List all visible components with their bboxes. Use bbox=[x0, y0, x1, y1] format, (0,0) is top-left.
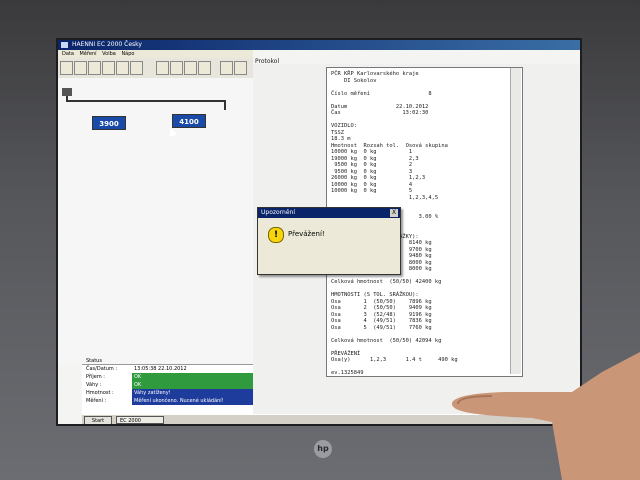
close-icon[interactable]: X bbox=[390, 209, 398, 217]
status-value: OK bbox=[132, 373, 253, 381]
report-line: Osa 4 (49/51) 7836 kg bbox=[331, 318, 432, 324]
status-header: Status bbox=[86, 358, 102, 364]
report-line: Osa(y) 1,2,3 1.4 t 490 kg bbox=[331, 357, 458, 363]
report-line: PČR KŘP Karlovarského kraje bbox=[331, 71, 419, 77]
warning-dialog: Upozornění X ! Převážení! bbox=[257, 207, 401, 275]
report-line: Datum 22.10.2012 bbox=[331, 103, 429, 110]
toolbar-button-5[interactable] bbox=[116, 61, 129, 75]
toolbar-button-3[interactable] bbox=[88, 61, 101, 75]
menubar: Data Měření Volba Nápo bbox=[58, 50, 253, 58]
report-line: Osa 5 (49/51) 7760 kg bbox=[331, 324, 432, 331]
connection-wire bbox=[66, 100, 226, 102]
report-scrollbar[interactable] bbox=[510, 68, 521, 374]
scale-diagram: 3900 4100 bbox=[58, 78, 253, 364]
toolbar-button-6[interactable] bbox=[130, 61, 143, 75]
report-line: Osa 2 (50/50) 9409 kg bbox=[331, 305, 432, 311]
mouse-cursor-icon bbox=[166, 126, 178, 138]
report-line: Hmotnost Rozsah tol. Osová skupina bbox=[331, 142, 448, 149]
toolbar bbox=[58, 58, 253, 79]
hand-photo bbox=[452, 352, 640, 480]
status-panel: Status Čas/Datum : 13:05:38 22.10.2012 P… bbox=[82, 358, 253, 415]
report-line: Osa 1 (50/50) 7896 kg bbox=[331, 298, 432, 305]
terminal-icon bbox=[62, 88, 72, 96]
report-line: 10000 kg 0 kg 1 bbox=[331, 149, 413, 155]
report-line: Čas 13:02:30 bbox=[331, 110, 429, 116]
report-line: PŘEVÁŽENÍ bbox=[331, 350, 361, 357]
status-value: 13:05:38 22.10.2012 bbox=[134, 366, 187, 372]
report-line: Číslo měření 8 bbox=[331, 90, 432, 97]
save-icon[interactable] bbox=[220, 61, 233, 75]
dialog-title-text: Upozornění bbox=[261, 209, 296, 216]
toolbar-button-4[interactable] bbox=[102, 61, 115, 75]
menu-volba[interactable]: Volba bbox=[102, 51, 116, 57]
status-label: Příjem : bbox=[86, 374, 105, 380]
toolbar-button-7[interactable] bbox=[156, 61, 169, 75]
report-line: TSSZ bbox=[331, 129, 344, 136]
app-icon bbox=[61, 42, 68, 48]
report-line: 10000 kg 0 kg 5 bbox=[331, 188, 413, 194]
status-row-vahy: Váhy : OK bbox=[82, 381, 253, 389]
dialog-title: Upozornění X bbox=[258, 208, 400, 218]
toolbar-button-9[interactable] bbox=[184, 61, 197, 75]
report-line: 1,2,3,4,5 bbox=[331, 194, 439, 201]
connection-wire-right bbox=[224, 100, 226, 110]
report-line: 19000 kg 0 kg 2,3 bbox=[331, 155, 419, 162]
report-line: 9500 kg 0 kg 2 bbox=[331, 162, 413, 168]
report-line: DI Sokolov bbox=[331, 77, 377, 84]
report-line: 18.3 m bbox=[331, 136, 351, 142]
protocol-label: Protokol bbox=[255, 58, 280, 65]
report-line: 9500 kg 0 kg 3 bbox=[331, 168, 413, 175]
status-value: OK bbox=[132, 381, 253, 389]
app-title: HAENNI EC 2000 Česky bbox=[72, 41, 142, 48]
status-row-time: Čas/Datum : 13:05:38 22.10.2012 bbox=[82, 365, 253, 373]
menu-mereni[interactable]: Měření bbox=[80, 51, 97, 57]
warning-icon: ! bbox=[268, 227, 284, 243]
taskbar-app-button[interactable]: EC 2000 bbox=[116, 416, 164, 424]
status-row-prijem: Příjem : OK bbox=[82, 373, 253, 381]
status-value: Váhy zatíženy! bbox=[132, 389, 253, 397]
app-titlebar: HAENNI EC 2000 Česky bbox=[58, 40, 580, 50]
start-button[interactable]: Start bbox=[84, 416, 112, 424]
report-line: Celková hmotnost (50/50) 42400 kg bbox=[331, 279, 442, 285]
status-value: Měření ukončeno. Nucené ukládání! bbox=[132, 397, 253, 405]
report-line: 26000 kg 0 kg 1,2,3 bbox=[331, 175, 426, 181]
report-line: Osa 3 (52/48) 9196 kg bbox=[331, 311, 432, 318]
menu-data[interactable]: Data bbox=[62, 51, 74, 57]
report-line: Celková hmotnost (50/50) 42094 kg bbox=[331, 337, 442, 344]
scale-device-left[interactable]: 3900 bbox=[92, 116, 126, 130]
report-line: HMOTNOSTI (S TOL. SRÁŽKOU): bbox=[331, 292, 419, 298]
toolbar-button-1[interactable] bbox=[60, 61, 73, 75]
hp-logo: hp bbox=[314, 440, 332, 458]
status-row-hmotnost: Hmotnost : Váhy zatíženy! bbox=[82, 389, 253, 397]
status-row-mereni: Měření : Měření ukončeno. Nucené ukládán… bbox=[82, 397, 253, 405]
status-label: Měření : bbox=[86, 398, 107, 404]
report-line: 10000 kg 0 kg 4 bbox=[331, 181, 413, 188]
menu-napoveda[interactable]: Nápo bbox=[121, 51, 134, 57]
status-label: Hmotnost : bbox=[86, 390, 114, 396]
toolbar-button-8[interactable] bbox=[170, 61, 183, 75]
toolbar-button-10[interactable] bbox=[198, 61, 211, 75]
status-header-row: Status bbox=[82, 357, 253, 365]
print-icon[interactable] bbox=[234, 61, 247, 75]
status-label: Čas/Datum : bbox=[86, 366, 118, 372]
toolbar-button-2[interactable] bbox=[74, 61, 87, 75]
report-line: ev.1325849 bbox=[331, 370, 364, 376]
dialog-message: Převážení! bbox=[288, 230, 325, 238]
scale-device-right[interactable]: 4100 bbox=[172, 114, 206, 128]
report-line: VOZIDLO: bbox=[331, 123, 357, 129]
status-label: Váhy : bbox=[86, 382, 102, 388]
